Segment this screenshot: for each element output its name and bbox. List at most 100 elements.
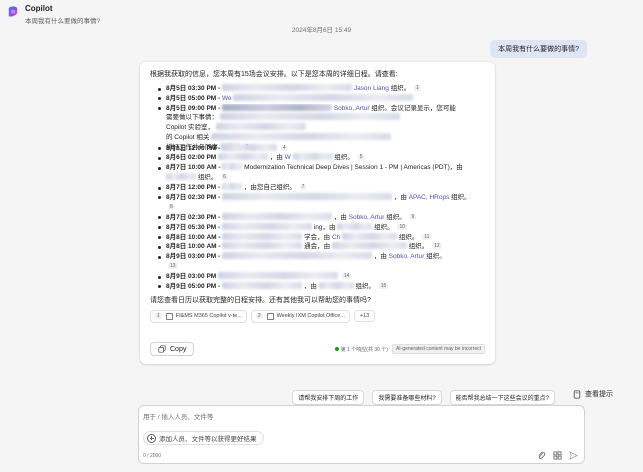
event-suffix: 组织。: [390, 85, 411, 92]
event-suffix: 组织。: [408, 243, 429, 251]
view-prompts-button[interactable]: 查看提示: [573, 389, 613, 399]
document-icon: [165, 312, 173, 320]
redacted-text: [222, 242, 303, 250]
grid-icon[interactable]: [553, 451, 562, 460]
list-item: 8月5日 05:00 PM - We: [150, 93, 485, 104]
organizer-link[interactable]: Jason Liang: [354, 85, 389, 92]
status-dot: [334, 347, 339, 351]
event-detail: 的 Copilot 相关: [166, 133, 210, 141]
citation-badge[interactable]: 12: [432, 243, 442, 250]
suggestion-chip[interactable]: 我需要准备哪些材料?: [372, 390, 442, 405]
event-text: ，由: [303, 282, 317, 290]
bullet: [158, 97, 161, 101]
list-item: 8月9日 03:00 PM 14: [150, 272, 485, 282]
user-message-bubble: 本周我有什么要做的事情?: [490, 40, 587, 58]
event-text: ，由: [269, 154, 283, 162]
document-icon: [266, 312, 274, 320]
event-text: 学会，由: [304, 233, 331, 241]
suggested-prompts: 请帮我安排下周的工作 我需要准备哪些材料? 能否帮我总结一下这些会议的重点?: [292, 390, 555, 405]
app-title: Copilot: [25, 4, 53, 13]
event-suffix: 组织。: [355, 282, 375, 290]
organizer-link[interactable]: Ch: [332, 234, 340, 241]
citation-badge[interactable]: 4: [280, 144, 288, 151]
attach-icon[interactable]: [537, 451, 546, 460]
redacted-text: [222, 212, 332, 220]
citation-badge[interactable]: 6: [221, 173, 228, 180]
event-suffix: 组织。: [386, 213, 406, 221]
organizer-link[interactable]: W: [285, 154, 291, 161]
event-time: 8月9日 03:00 PM -: [166, 253, 221, 261]
citation-badge[interactable]: 5: [357, 154, 365, 161]
copy-label: Copy: [170, 345, 187, 353]
event-time: 8月8日 10:00 AM -: [166, 233, 221, 241]
event-list: 8月5日 03:30 PM - Jason Liang 组织。 1 8月5日 0…: [150, 84, 485, 292]
suggestion-chip[interactable]: 请帮我安排下周的工作: [292, 390, 365, 405]
send-icon[interactable]: [569, 451, 578, 460]
citation-badge[interactable]: 7: [299, 184, 307, 191]
answer-outro: 请您查看日历以获取完整的日程安排。还有其他我可以帮助您的事情吗?: [150, 296, 371, 304]
organizer-link[interactable]: APAC, HRops: [409, 194, 450, 201]
plus-circle-icon: [147, 433, 156, 443]
citation-badge[interactable]: 13: [168, 262, 178, 269]
view-prompts-label: 查看提示: [585, 391, 613, 398]
event-time: 8月6日 02:00 PM: [166, 154, 217, 162]
citation-badge[interactable]: 1: [414, 85, 421, 91]
citation-badge[interactable]: 11: [422, 233, 432, 240]
citation-badge[interactable]: 10: [397, 223, 407, 230]
bullet: [158, 236, 161, 240]
event-time: 8月9日 05:00 PM -: [166, 282, 221, 290]
more-references-button[interactable]: +13: [353, 310, 376, 323]
redacted-text: [222, 222, 312, 230]
suggestion-chip[interactable]: 能否帮我总结一下这些会议的重点?: [449, 390, 555, 405]
event-suffix: 组织。: [374, 223, 394, 231]
copy-icon: [158, 345, 166, 353]
app-header: Copilot 本周我有什么要做的事情?: [0, 0, 643, 26]
response-count-text: 第 1 个响应(共 30 个): [340, 346, 388, 353]
organizer-link[interactable]: Sobko, Artur: [334, 105, 370, 112]
event-time: 8月5日 05:00 PM -: [166, 94, 221, 102]
event-time: 8月7日 10:00 AM -: [166, 164, 221, 172]
list-item: 8月7日 05:30 PM - ing，由 组织。 10: [150, 222, 485, 233]
char-counter: 0 / 2000: [143, 453, 162, 459]
redacted-text: [222, 232, 303, 240]
redacted-text: [222, 84, 352, 91]
bullet: [158, 186, 161, 190]
copy-button[interactable]: Copy: [150, 342, 195, 356]
redacted-text: [218, 272, 339, 280]
redacted-text: [166, 172, 196, 180]
organizer-link[interactable]: Sobko, Artur: [349, 214, 385, 221]
citation-badge[interactable]: 9: [409, 213, 417, 220]
organizer-link[interactable]: Sobko, Artur: [389, 253, 425, 260]
message-composer: 添加人员、文件等以获得更好结果 0 / 2000: [138, 405, 585, 464]
bullet: [158, 245, 161, 249]
copilot-logo-icon: [8, 6, 18, 17]
redacted-text: [222, 252, 372, 260]
chat-input[interactable]: [143, 412, 563, 422]
citation-badge[interactable]: 14: [341, 273, 352, 280]
redacted-text: [337, 222, 373, 230]
event-text: ，由: [333, 213, 347, 221]
event-text: ，由您自己组织。: [243, 184, 296, 192]
bullet: [158, 156, 161, 160]
reference-chip[interactable]: 1 FI&MS M365 Copilot v-te...: [150, 309, 247, 323]
bullet: [158, 255, 161, 259]
event-suffix: 组织。: [197, 173, 218, 181]
list-item: 8月5日 09:00 PM - Sobko, Artur 组织。会议记录显示，您…: [150, 103, 485, 151]
redacted-text: [342, 232, 398, 240]
list-item: 8月8日 10:00 AM - 学会，由 Ch 组织。 11: [150, 232, 485, 243]
list-item: 8月9日 03:00 PM - ，由 Sobko, Artur 组织。 13: [150, 252, 485, 272]
reference-number: 2: [255, 313, 263, 320]
redacted-text: [222, 281, 302, 289]
add-context-button[interactable]: 添加人员、文件等以获得更好结果: [143, 431, 264, 445]
event-text: ，由: [373, 253, 387, 261]
copilot-answer-card: 根据我获取的信息，您本周有15场会议安排。以下是您本周的详细日程。请查看: 8月…: [140, 62, 495, 364]
bullet: [158, 166, 161, 170]
event-detail: Copilot 实验室，: [166, 124, 215, 132]
citation-badge[interactable]: 8: [168, 203, 175, 210]
citation-badge[interactable]: 15: [378, 282, 389, 289]
redacted-text: [292, 153, 333, 161]
reference-chip[interactable]: 2 Weekly IXM Copilot Office...: [250, 309, 350, 323]
reference-label: FI&MS M365 Copilot v-te...: [175, 313, 242, 320]
event-time: 8月6日 12:00 PM -: [166, 144, 221, 152]
event-link[interactable]: We: [222, 95, 232, 102]
